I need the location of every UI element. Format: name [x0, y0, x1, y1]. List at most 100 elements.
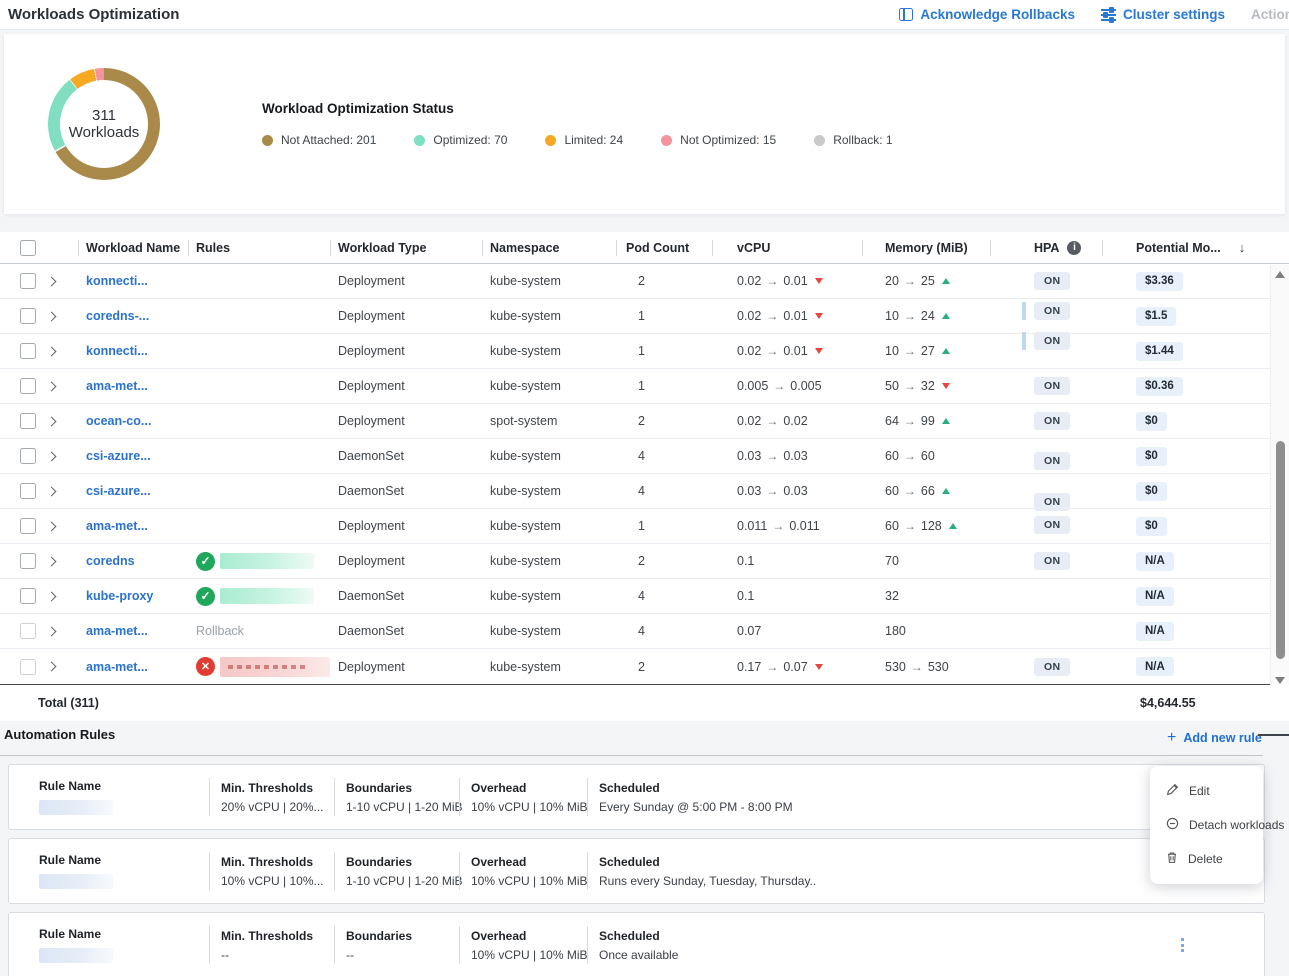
- add-new-rule-button[interactable]: + Add new rule: [1167, 729, 1262, 747]
- workload-name-link[interactable]: csi-azure...: [86, 484, 151, 498]
- cell-namespace: kube-system: [482, 474, 616, 508]
- menu-item-label: Edit: [1189, 784, 1210, 798]
- workload-name-link[interactable]: konnecti...: [86, 274, 148, 288]
- cell-pod-count: 2: [616, 404, 712, 438]
- cell-rules: [188, 439, 330, 473]
- actions-button[interactable]: Action: [1251, 7, 1289, 22]
- redacted-rule-name: [220, 553, 314, 569]
- acknowledge-rollbacks-button[interactable]: Acknowledge Rollbacks: [899, 7, 1075, 22]
- workload-name-link[interactable]: csi-azure...: [86, 449, 151, 463]
- chevron-right-icon[interactable]: [47, 311, 57, 321]
- chevron-right-icon[interactable]: [47, 521, 57, 531]
- column-header-vcpu[interactable]: vCPU: [712, 232, 862, 263]
- chevron-right-icon[interactable]: [47, 276, 57, 286]
- column-header-potential[interactable]: Potential Mo...↓: [1102, 232, 1248, 263]
- chevron-right-icon[interactable]: [47, 381, 57, 391]
- row-checkbox[interactable]: [20, 273, 36, 289]
- workload-name-link[interactable]: kube-proxy: [86, 589, 153, 603]
- column-header-type[interactable]: Workload Type: [330, 232, 482, 263]
- cell-hpa: ON: [990, 299, 1102, 333]
- value-to: 530: [928, 660, 949, 674]
- row-checkbox[interactable]: [20, 413, 36, 429]
- hpa-on-badge: ON: [1034, 272, 1070, 290]
- check-circle-icon: ✓: [196, 587, 215, 606]
- total-potential-value: $4,644.55: [1140, 696, 1196, 710]
- chevron-right-icon[interactable]: [47, 626, 57, 636]
- column-header-name[interactable]: Workload Name: [78, 232, 188, 263]
- chevron-right-icon[interactable]: [47, 486, 57, 496]
- hpa-on-badge: ON: [1034, 452, 1070, 470]
- info-icon[interactable]: i: [1067, 241, 1081, 255]
- cell-potential: $3.36: [1102, 264, 1248, 298]
- row-checkbox[interactable]: [20, 553, 36, 569]
- cell-workload-name: csi-azure...: [78, 439, 188, 473]
- row-checkbox[interactable]: [20, 588, 36, 604]
- workload-name-link[interactable]: ama-met...: [86, 624, 148, 638]
- cell-hpa: ON: [990, 544, 1102, 578]
- cell-mem: 10→24: [862, 299, 990, 333]
- sliders-icon: [1101, 8, 1116, 21]
- sort-arrow-down-icon[interactable]: ↓: [1239, 240, 1246, 255]
- menu-item-detach-workloads[interactable]: Detach workloads: [1150, 808, 1263, 842]
- value-from: 0.03: [737, 484, 761, 498]
- workload-name-link[interactable]: coredns: [86, 554, 135, 568]
- workload-name-link[interactable]: ocean-co...: [86, 414, 151, 428]
- row-checkbox[interactable]: [20, 378, 36, 394]
- value-to: 27: [921, 344, 935, 358]
- boundaries-label: Boundaries: [346, 781, 471, 795]
- cell-expander: [48, 509, 78, 543]
- column-header-pods[interactable]: Pod Count: [616, 232, 712, 263]
- overhead-value: 10% vCPU | 10% MiB: [471, 948, 599, 962]
- cell-potential: $1.5: [1102, 299, 1248, 333]
- scheduled-label: Scheduled: [599, 929, 1194, 943]
- rule-actions-column: [1194, 922, 1264, 968]
- cell-workload-name: ama-met...: [78, 649, 188, 684]
- chevron-right-icon[interactable]: [47, 451, 57, 461]
- scroll-up-arrow-icon[interactable]: [1275, 271, 1285, 278]
- triangle-up-icon: [949, 523, 957, 529]
- boundaries-label: Boundaries: [346, 855, 471, 869]
- workload-name-link[interactable]: ama-met...: [86, 660, 148, 674]
- potential-value-badge: $1.5: [1136, 307, 1176, 326]
- cell-vcpu: 0.1: [712, 579, 862, 613]
- workload-name-link[interactable]: ama-met...: [86, 519, 148, 533]
- row-checkbox[interactable]: [20, 448, 36, 464]
- workload-name-link[interactable]: coredns-...: [86, 309, 149, 323]
- column-header-hpa[interactable]: HPAi: [990, 232, 1102, 263]
- top-bar: Workloads Optimization Acknowledge Rollb…: [0, 0, 1289, 30]
- column-header-rules[interactable]: Rules: [188, 232, 330, 263]
- scrollbar-thumb[interactable]: [1276, 441, 1285, 659]
- arrow-right-icon: →: [766, 309, 778, 323]
- row-checkbox[interactable]: [20, 308, 36, 324]
- cell-workload-name: konnecti...: [78, 334, 188, 368]
- kebab-icon[interactable]: [1177, 934, 1188, 956]
- row-checkbox[interactable]: [20, 483, 36, 499]
- select-all-checkbox[interactable]: [20, 240, 36, 256]
- row-checkbox[interactable]: [20, 343, 36, 359]
- min-thresholds: Min. Thresholds20% vCPU | 20%...: [221, 774, 346, 820]
- chevron-right-icon[interactable]: [47, 416, 57, 426]
- menu-item-delete[interactable]: Delete: [1150, 842, 1263, 876]
- cell-rules: [188, 299, 330, 333]
- column-header-memory[interactable]: Memory (MiB): [862, 232, 990, 263]
- table-row: ama-met...✕Deploymentkube-system20.17→0.…: [0, 649, 1289, 684]
- menu-item-edit[interactable]: Edit: [1150, 774, 1263, 808]
- table-scrollbar[interactable]: [1270, 265, 1289, 690]
- chevron-right-icon[interactable]: [47, 346, 57, 356]
- row-checkbox[interactable]: [20, 659, 36, 675]
- cell-expander: [48, 264, 78, 298]
- column-header-namespace[interactable]: Namespace: [482, 232, 616, 263]
- row-checkbox[interactable]: [20, 518, 36, 534]
- value-from: 0.07: [737, 624, 761, 638]
- chevron-right-icon[interactable]: [47, 591, 57, 601]
- workload-name-link[interactable]: konnecti...: [86, 344, 148, 358]
- legend-label: Not Attached: 201: [281, 133, 376, 147]
- cluster-settings-button[interactable]: Cluster settings: [1101, 7, 1225, 22]
- chevron-right-icon[interactable]: [47, 556, 57, 566]
- row-checkbox[interactable]: [20, 623, 36, 639]
- chevron-right-icon[interactable]: [47, 662, 57, 672]
- workload-name-link[interactable]: ama-met...: [86, 379, 148, 393]
- scroll-down-arrow-icon[interactable]: [1275, 677, 1285, 684]
- menu-item-label: Detach workloads: [1189, 818, 1284, 832]
- potential-value-badge: N/A: [1136, 622, 1174, 641]
